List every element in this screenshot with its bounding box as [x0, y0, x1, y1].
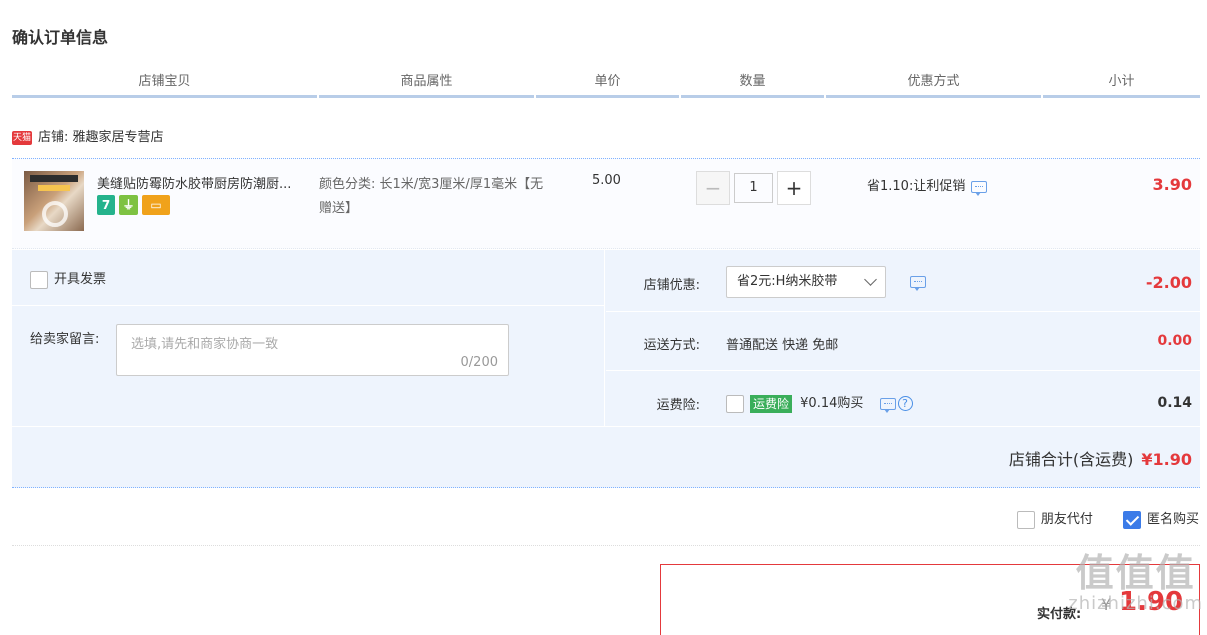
- order-options-panel: 开具发票 给卖家留言: 选填,请先和商家协商一致 0/200 店铺优惠: 省2元…: [12, 250, 1200, 488]
- shop-discount-row: 店铺优惠: 省2元:H纳米胶带 -2.00: [606, 250, 1200, 312]
- quantity-stepper: − 1 +: [696, 171, 811, 205]
- invoice-label: 开具发票: [54, 272, 107, 287]
- friend-pay-checkbox[interactable]: [1016, 510, 1035, 529]
- watermark-logo: 值值值: [1075, 551, 1196, 595]
- help-icon[interactable]: ?: [897, 396, 913, 411]
- right-options: 店铺优惠: 省2元:H纳米胶带 -2.00 运送方式: 普通配送 快递 免邮 0…: [606, 250, 1200, 426]
- col-header-qty: 数量: [681, 66, 824, 98]
- insurance-row: 运费险: 运费险 ¥0.14购买 ? 0.14: [606, 372, 1200, 426]
- left-options: 开具发票 给卖家留言: 选填,请先和商家协商一致 0/200: [12, 250, 605, 426]
- order-item-row: 美缝贴防霉防水胶带厨房防潮厨... 7 ⏚ ▭ 颜色分类: 长1米/宽3厘米/厚1毫…: [12, 158, 1200, 249]
- discount-comment-icon[interactable]: [910, 276, 926, 291]
- insurance-comment-icon[interactable]: [879, 397, 896, 413]
- chevron-down-icon: [864, 273, 877, 286]
- service-badges: 7 ⏚ ▭: [97, 195, 174, 215]
- insurance-label: 运费险:: [656, 398, 700, 413]
- friend-pay-label: 朋友代付: [1040, 512, 1093, 527]
- shop-total-value: ¥1.90: [1141, 450, 1192, 469]
- seller-message-input[interactable]: 选填,请先和商家协商一致 0/200: [116, 324, 509, 376]
- promo-text: 省1.10:让利促销: [867, 179, 966, 194]
- col-header-item: 店铺宝贝: [12, 66, 317, 98]
- shop-discount-selected: 省2元:H纳米胶带: [737, 274, 838, 289]
- col-header-price: 单价: [536, 66, 679, 98]
- divider: [12, 545, 1200, 546]
- product-name-link[interactable]: 美缝贴防霉防水胶带厨房防潮厨...: [97, 173, 315, 192]
- insurance-tag: 运费险: [750, 394, 793, 413]
- insurance-value: 0.14: [1157, 395, 1192, 411]
- shipping-value: 0.00: [1157, 333, 1192, 349]
- message-char-count: 0/200: [460, 355, 498, 370]
- product-thumbnail[interactable]: [24, 171, 84, 231]
- shop-discount-select[interactable]: 省2元:H纳米胶带: [726, 266, 886, 298]
- message-placeholder: 选填,请先和商家协商一致: [131, 337, 279, 352]
- anonymous-label: 匿名购买: [1146, 512, 1199, 527]
- page-title: 确认订单信息: [12, 28, 109, 47]
- seven-day-return-icon[interactable]: 7: [97, 195, 115, 215]
- shipping-method: 普通配送 快递 免邮: [726, 338, 839, 353]
- col-header-subtotal: 小计: [1043, 66, 1200, 98]
- message-label: 给卖家留言:: [30, 332, 100, 347]
- credit-card-icon[interactable]: ▭: [142, 195, 170, 215]
- shop-discount-value: -2.00: [1145, 273, 1192, 292]
- shop-label: 店铺:: [38, 130, 69, 145]
- invoice-option[interactable]: 开具发票: [30, 268, 106, 289]
- qty-increase-button[interactable]: +: [777, 171, 811, 205]
- product-attributes: 颜色分类: 长1米/宽3厘米/厚1毫米【无赠送】: [319, 177, 544, 216]
- unit-price: 5.00: [592, 173, 621, 188]
- insurance-option: 运费险 ¥0.14购买 ?: [726, 392, 913, 413]
- col-header-attr: 商品属性: [319, 66, 534, 98]
- shop-discount-label: 店铺优惠:: [643, 278, 700, 293]
- anonymous-option[interactable]: 匿名购买: [1122, 510, 1199, 529]
- friend-pay-option[interactable]: 朋友代付: [1016, 510, 1093, 529]
- insurance-checkbox[interactable]: [726, 394, 744, 413]
- item-subtotal: 3.90: [1152, 175, 1192, 194]
- promo-comment-icon[interactable]: [971, 180, 988, 196]
- plug-service-icon[interactable]: ⏚: [119, 195, 138, 215]
- purchase-extras: 朋友代付 匿名购买: [991, 508, 1199, 529]
- anonymous-checkbox[interactable]: [1122, 510, 1141, 529]
- qty-input[interactable]: 1: [734, 173, 773, 203]
- site-watermark: 值值值 zhizhizhi.com: [1068, 552, 1203, 614]
- tmall-icon: 天猫: [12, 130, 32, 145]
- shipping-row: 运送方式: 普通配送 快递 免邮 0.00: [606, 313, 1200, 371]
- shop-name[interactable]: 雅趣家居专营店: [73, 130, 164, 145]
- invoice-checkbox[interactable]: [30, 270, 48, 289]
- shipping-label: 运送方式:: [643, 338, 700, 353]
- promo-info: 省1.10:让利促销: [867, 175, 988, 196]
- insurance-price: ¥0.14购买: [800, 396, 864, 411]
- shop-row: 天猫 店铺: 雅趣家居专营店: [12, 124, 164, 152]
- shop-total-label: 店铺合计(含运费): [1008, 450, 1134, 469]
- shop-total: 店铺合计(含运费) ¥1.90: [1009, 446, 1192, 470]
- watermark-url: zhizhizhi.com: [1068, 593, 1203, 614]
- table-header: 店铺宝贝 商品属性 单价 数量 优惠方式 小计: [12, 66, 1200, 98]
- qty-decrease-button[interactable]: −: [696, 171, 730, 205]
- col-header-promo: 优惠方式: [826, 66, 1041, 98]
